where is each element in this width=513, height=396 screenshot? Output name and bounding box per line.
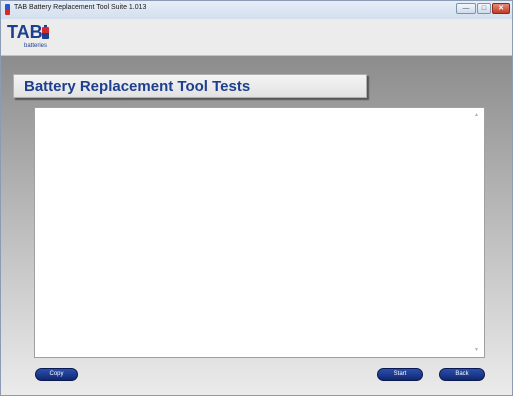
main-panel: Battery Replacement Tool Tests ▲ ▼ Copy …: [1, 56, 512, 395]
copy-button[interactable]: Copy: [35, 368, 78, 381]
back-button[interactable]: Back: [439, 368, 485, 381]
title-bar[interactable]: TAB Battery Replacement Tool Suite 1.013…: [1, 1, 512, 19]
close-button[interactable]: ✕: [492, 3, 510, 14]
page-title-box: Battery Replacement Tool Tests: [13, 74, 367, 98]
test-log-textarea[interactable]: ▲ ▼: [34, 107, 485, 358]
logo-subtext: batteries: [24, 43, 48, 49]
vertical-scrollbar[interactable]: ▲ ▼: [471, 108, 484, 357]
app-window: TAB Battery Replacement Tool Suite 1.013…: [0, 0, 513, 396]
window-title: TAB Battery Replacement Tool Suite 1.013: [14, 4, 147, 11]
logo-header: TAB batteries: [1, 19, 512, 56]
battery-logo-icon: [42, 25, 49, 39]
battery-icon: [5, 4, 10, 15]
scroll-down-icon[interactable]: ▼: [474, 347, 479, 353]
logo-text: TAB: [7, 22, 43, 42]
start-button[interactable]: Start: [377, 368, 423, 381]
maximize-button[interactable]: □: [477, 3, 491, 14]
scroll-up-icon[interactable]: ▲: [474, 112, 479, 118]
page-title: Battery Replacement Tool Tests: [24, 78, 251, 95]
minimize-button[interactable]: —: [456, 3, 476, 14]
